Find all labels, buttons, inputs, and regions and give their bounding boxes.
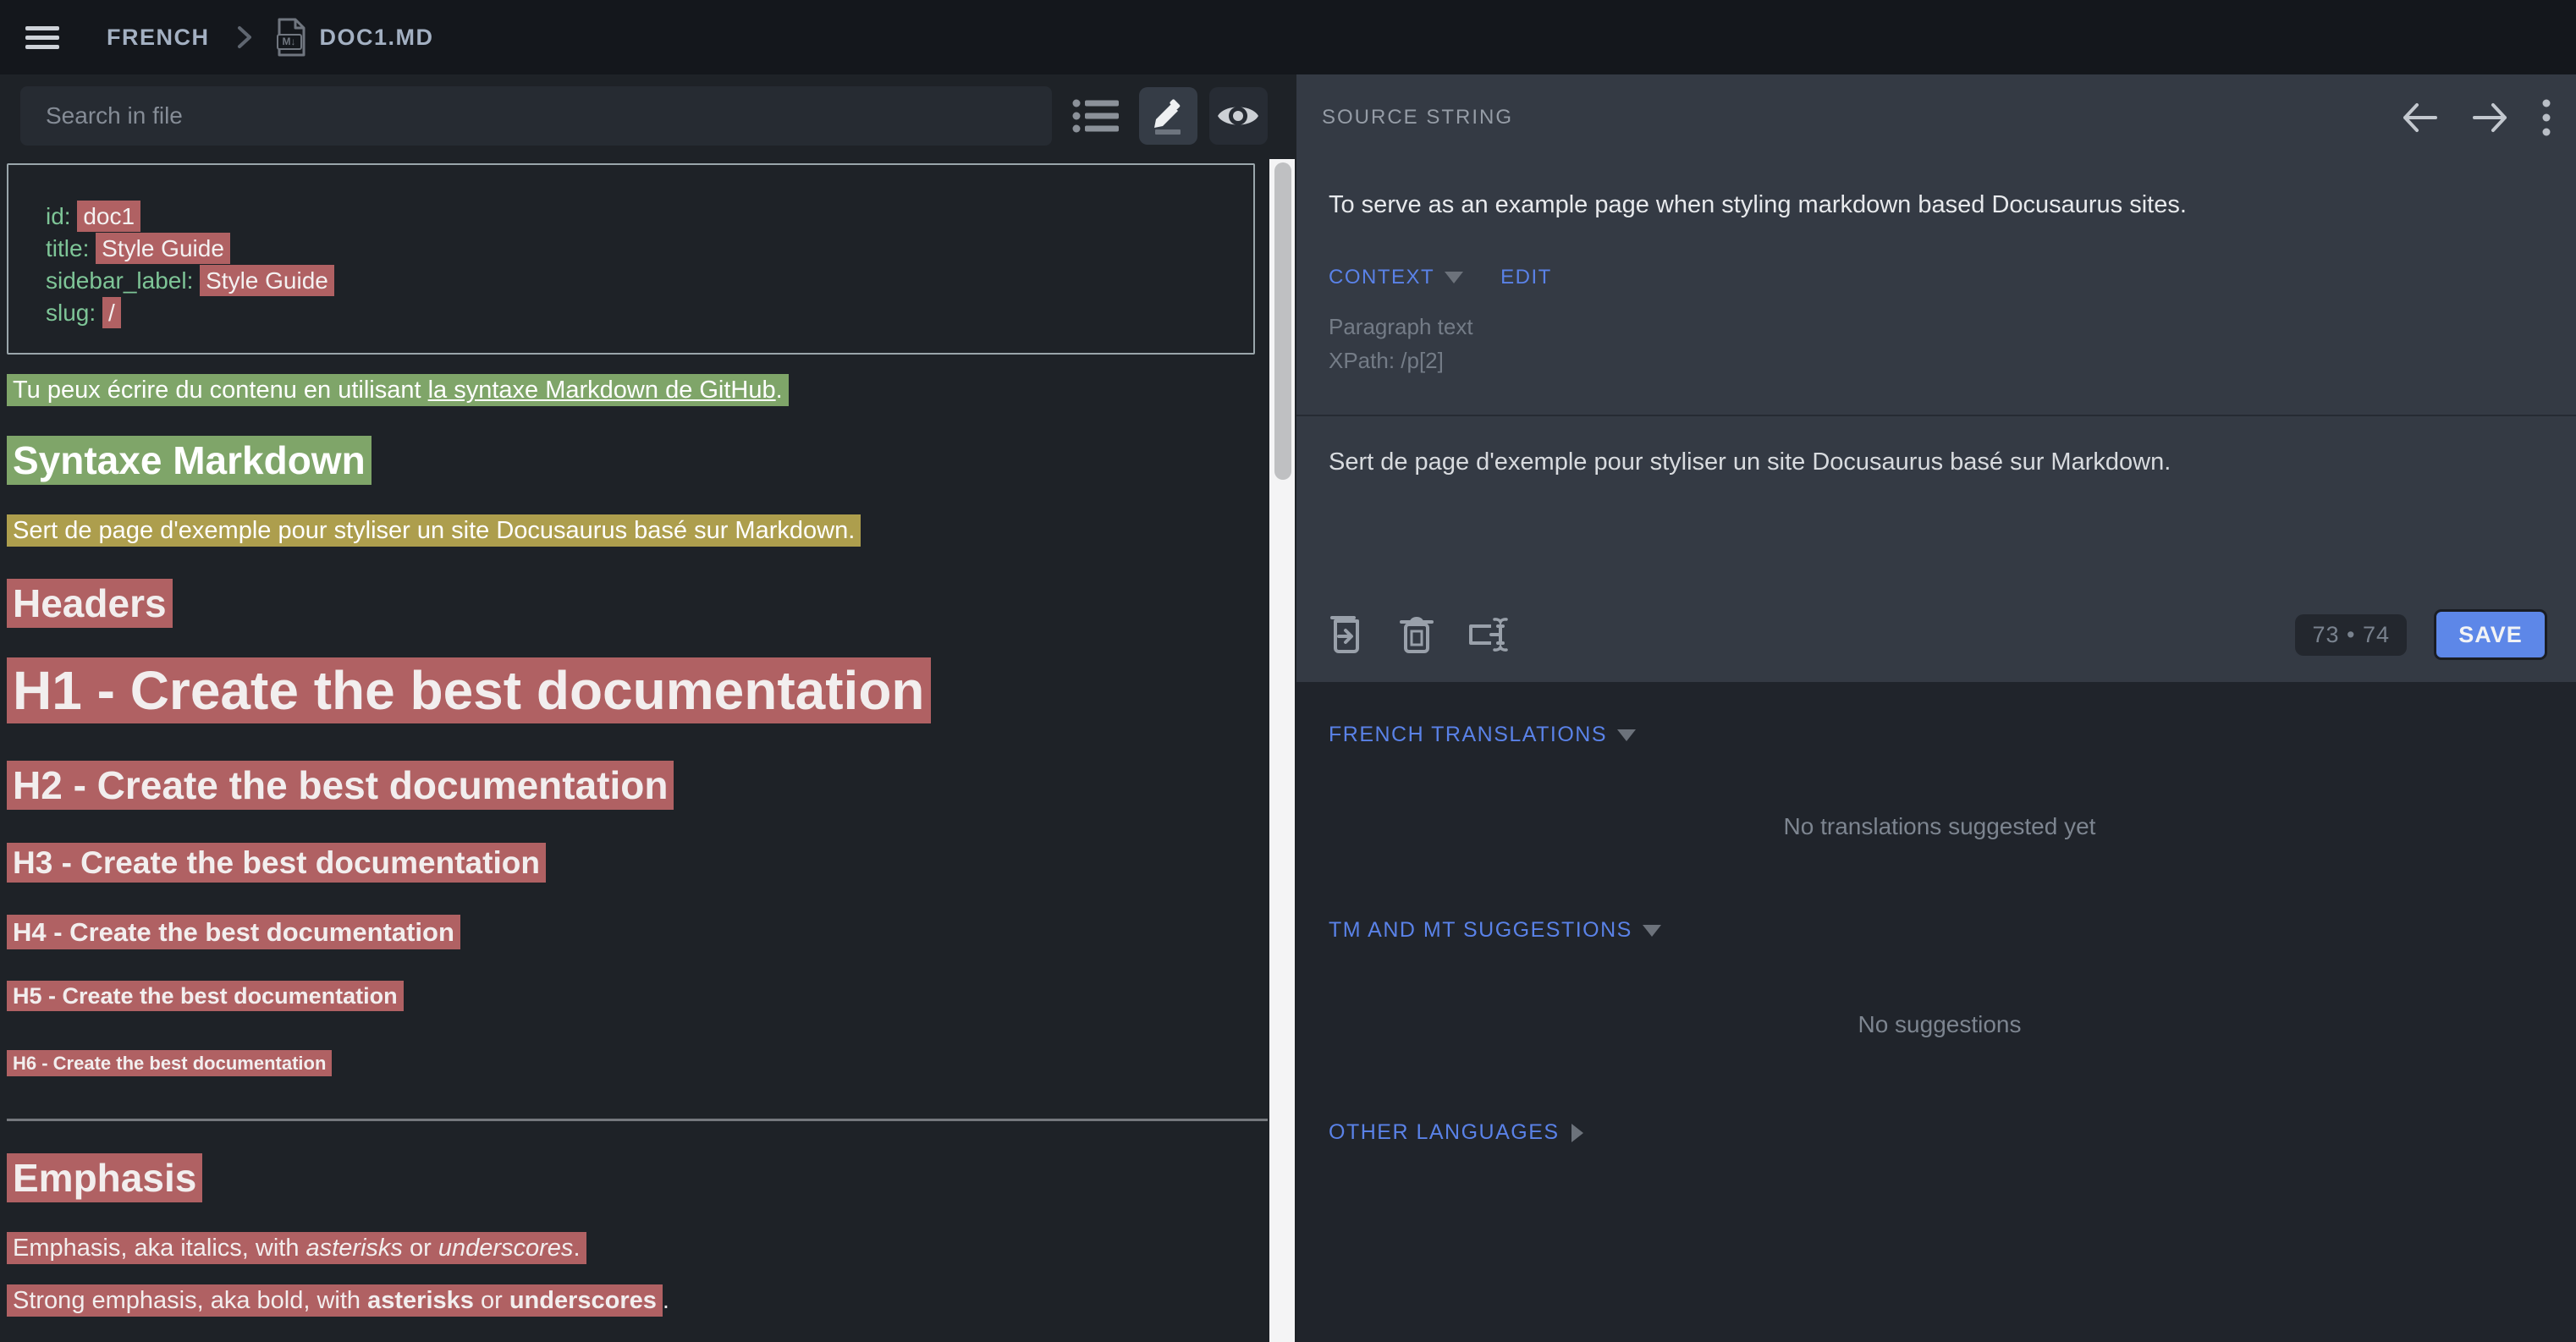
breadcrumb-project[interactable]: FRENCH: [107, 25, 210, 51]
string-h6[interactable]: H6 - Create the best documentation: [7, 1053, 1269, 1075]
caret-down-icon: [1617, 729, 1636, 741]
string-strong-paragraph[interactable]: Strong emphasis, aka bold, with asterisk…: [7, 1287, 1269, 1315]
frontmatter-line: slug: /: [46, 297, 1236, 329]
document-content: id: doc1 title: Style Guide sidebar_labe…: [0, 163, 1269, 1315]
context-xpath: XPath: /p[2]: [1329, 344, 2551, 377]
delete-translation-button[interactable]: [1400, 614, 1434, 655]
document-scrollbar-thumb[interactable]: [1274, 162, 1291, 480]
text-cursor-icon: [1466, 614, 1508, 655]
context-type: Paragraph text: [1329, 310, 2551, 344]
suggestions-section: FRENCH TRANSLATIONS No translations sugg…: [1296, 682, 2576, 1145]
strings-list-button[interactable]: [1067, 87, 1126, 145]
caret-down-icon: [1445, 272, 1463, 283]
string-h1[interactable]: H1 - Create the best documentation: [7, 659, 1269, 722]
character-counter: 73 • 74: [2295, 614, 2407, 656]
caret-right-icon: [1571, 1124, 1583, 1142]
source-string-text: To serve as an example page when styling…: [1322, 190, 2551, 220]
kebab-menu-icon: [2542, 98, 2551, 137]
translation-panel: SOURCE STRING To serve as an example pag…: [1296, 74, 2576, 1342]
no-translations-message: No translations suggested yet: [1329, 747, 2551, 906]
save-button[interactable]: SAVE: [2434, 609, 2547, 660]
string-emphasis-paragraph[interactable]: Emphasis, aka italics, with asterisks or…: [7, 1235, 1269, 1262]
translation-toolbar: 73 • 74 SAVE: [1322, 609, 2551, 682]
string-h2-emphasis[interactable]: Emphasis: [7, 1155, 1269, 1201]
frontmatter-line: sidebar_label: Style Guide: [46, 265, 1236, 297]
other-languages-toggle[interactable]: OTHER LANGUAGES: [1329, 1120, 1560, 1145]
frontmatter-block: id: doc1 title: Style Guide sidebar_labe…: [7, 163, 1255, 355]
eye-icon: [1216, 101, 1260, 131]
search-row: [0, 74, 1296, 146]
document-preview-panel: id: doc1 title: Style Guide sidebar_labe…: [0, 74, 1296, 1342]
frontmatter-line: id: doc1: [46, 201, 1236, 233]
hamburger-menu-icon[interactable]: [25, 21, 59, 54]
tm-mt-suggestions-toggle[interactable]: TM AND MT SUGGESTIONS: [1329, 918, 1632, 943]
previous-string-button[interactable]: [2400, 102, 2439, 133]
string-h2-syntaxe[interactable]: Syntaxe Markdown: [7, 437, 1269, 483]
string-options-menu-button[interactable]: [2542, 98, 2551, 137]
string-h5[interactable]: H5 - Create the best documentation: [7, 983, 1269, 1009]
arrow-right-icon: [2471, 102, 2510, 133]
translation-editor: FRENCH M↓ DOC1.MD: [0, 0, 2576, 1342]
frontmatter-value[interactable]: doc1: [77, 201, 140, 232]
translation-input[interactable]: Sert de page d'exemple pour styliser un …: [1322, 447, 2551, 609]
topbar: FRENCH M↓ DOC1.MD: [0, 0, 2576, 74]
string-intro-paragraph[interactable]: Tu peux écrire du contenu en utilisant l…: [7, 377, 1269, 404]
markdown-syntax-link[interactable]: la syntaxe Markdown de GitHub: [428, 377, 776, 404]
breadcrumb-file[interactable]: DOC1.MD: [320, 25, 434, 51]
string-h2-headers[interactable]: Headers: [7, 580, 1269, 626]
string-h3[interactable]: H3 - Create the best documentation: [7, 845, 1269, 881]
next-string-button[interactable]: [2471, 102, 2510, 133]
breadcrumb-chevron-icon: [235, 24, 254, 51]
edit-context-button[interactable]: EDIT: [1500, 266, 1552, 289]
string-selected-paragraph[interactable]: Sert de page d'exemple pour styliser un …: [7, 517, 1269, 545]
copy-source-icon: [1329, 614, 1368, 655]
string-h2[interactable]: H2 - Create the best documentation: [7, 762, 1269, 808]
frontmatter-value[interactable]: Style Guide: [200, 265, 334, 296]
no-suggestions-message: No suggestions: [1329, 943, 2551, 1107]
search-input[interactable]: [20, 86, 1052, 146]
copy-source-button[interactable]: [1329, 614, 1368, 655]
pencil-icon: [1149, 97, 1186, 135]
frontmatter-value[interactable]: Style Guide: [96, 233, 230, 264]
markdown-file-icon: M↓: [276, 17, 306, 58]
caret-down-icon: [1643, 925, 1661, 937]
document-scrollbar-track[interactable]: [1269, 159, 1295, 1342]
frontmatter-value[interactable]: /: [102, 297, 121, 328]
french-translations-toggle[interactable]: FRENCH TRANSLATIONS: [1329, 723, 1607, 747]
source-string-card: SOURCE STRING To serve as an example pag…: [1296, 74, 2576, 682]
frontmatter-line: title: Style Guide: [46, 233, 1236, 265]
preview-toggle-button[interactable]: [1209, 87, 1268, 145]
highlight-mode-button[interactable]: [1139, 87, 1197, 145]
horizontal-rule: [7, 1119, 1268, 1121]
context-dropdown[interactable]: CONTEXT: [1329, 266, 1434, 289]
arrow-left-icon: [2400, 102, 2439, 133]
string-h4[interactable]: H4 - Create the best documentation: [7, 917, 1269, 948]
markdown-badge: M↓: [277, 34, 302, 50]
select-text-button[interactable]: [1466, 614, 1508, 655]
card-divider: [1296, 415, 2576, 416]
delete-icon: [1400, 614, 1434, 655]
source-string-title: SOURCE STRING: [1322, 106, 1513, 129]
